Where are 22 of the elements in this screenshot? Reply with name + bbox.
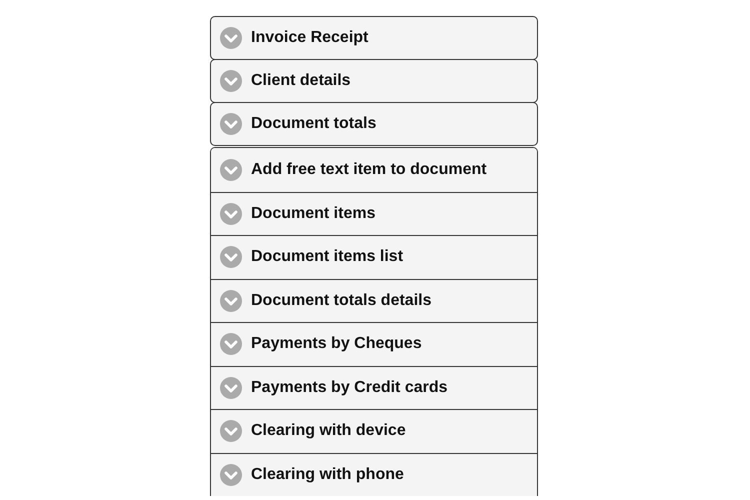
collapsible-header[interactable]: Clearing with device (211, 409, 537, 452)
chevron-down-icon (220, 27, 242, 49)
collapsible-header[interactable]: Document totals (210, 102, 538, 146)
collapsible-header[interactable]: Invoice Receipt (210, 16, 538, 60)
collapsible-header[interactable]: Document items list (211, 235, 537, 278)
collapsible-header[interactable]: Payments by Credit cards (211, 366, 537, 409)
chevron-down-icon (220, 420, 242, 442)
collapsible-header[interactable]: Clearing with phone (211, 452, 537, 496)
collapsible-header[interactable]: Payments by Cheques (211, 322, 537, 366)
collapsible-header[interactable]: Document totals details (211, 278, 537, 322)
chevron-down-icon (220, 158, 242, 181)
collapsible-header[interactable]: Client details (210, 59, 538, 103)
collapsible-header[interactable]: Add free text item to document (211, 148, 537, 192)
chevron-down-icon (220, 333, 242, 356)
chevron-down-icon (220, 290, 242, 312)
chevron-down-icon (220, 202, 242, 225)
collapsible-header[interactable]: Document items (211, 192, 537, 235)
chevron-down-icon (220, 113, 242, 135)
chevron-down-icon (220, 246, 242, 268)
chevron-down-icon (220, 376, 242, 399)
chevron-down-icon (220, 464, 242, 486)
chevron-down-icon (220, 70, 242, 92)
